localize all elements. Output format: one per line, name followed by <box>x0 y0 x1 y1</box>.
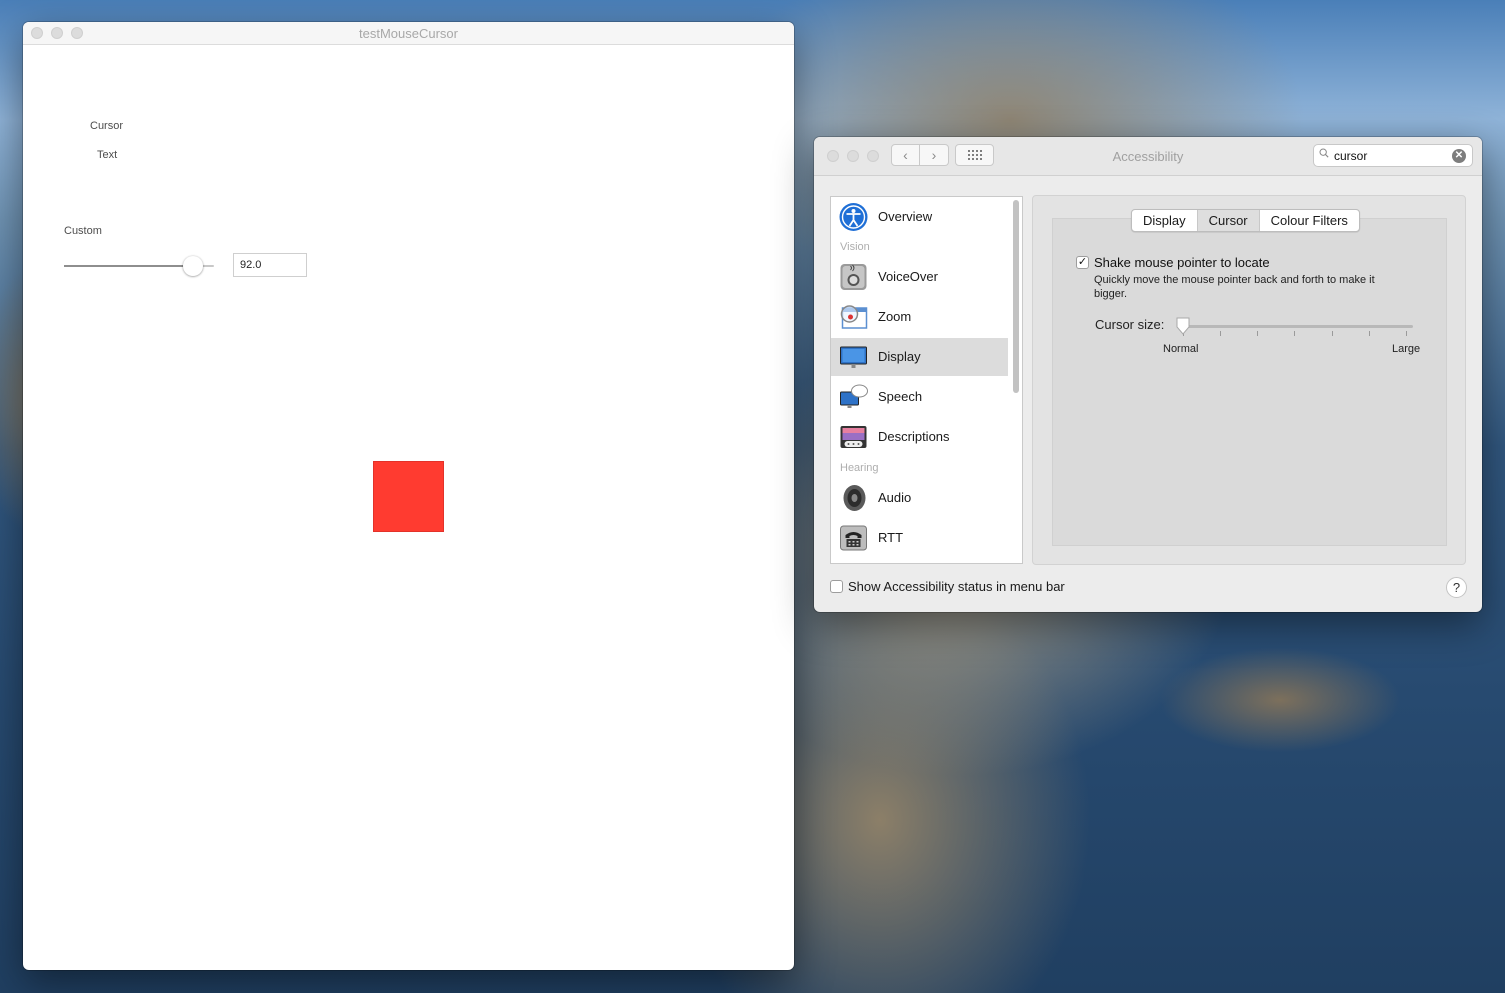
cursor-size-min-label: Normal <box>1163 343 1199 355</box>
slider-tick <box>1332 331 1333 336</box>
slider-tick <box>1369 331 1370 336</box>
custom-label: Custom <box>64 225 102 237</box>
sidebar-section-hearing: Hearing <box>840 462 879 474</box>
sidebar-scrollbar[interactable] <box>1013 200 1019 393</box>
slider-tick <box>1406 331 1407 336</box>
sidebar-item-zoom[interactable]: Zoom <box>831 298 1008 336</box>
red-square[interactable] <box>373 461 444 532</box>
custom-value-field[interactable]: 92.0 <box>233 253 307 277</box>
voiceover-icon <box>840 264 867 290</box>
tab-cursor[interactable]: Cursor <box>1197 210 1260 231</box>
cursor-size-slider[interactable] <box>1183 325 1413 328</box>
zoom-icon <box>840 305 868 329</box>
sidebar-item-speech[interactable]: Speech <box>831 378 1008 416</box>
sidebar-item-label: Display <box>878 349 921 364</box>
rtt-icon <box>840 525 867 551</box>
shake-pointer-label[interactable]: Shake mouse pointer to locate <box>1094 255 1270 270</box>
search-icon <box>1319 148 1329 158</box>
sidebar-item-label: VoiceOver <box>878 269 938 284</box>
cursor-size-max-label: Large <box>1392 343 1421 355</box>
checkmark-icon: ✓ <box>1077 256 1088 268</box>
cursor-label[interactable]: Cursor <box>90 120 123 132</box>
sidebar-item-voiceover[interactable]: VoiceOver <box>831 258 1008 296</box>
show-status-menu-bar-label[interactable]: Show Accessibility status in menu bar <box>848 579 1065 594</box>
speech-icon <box>840 384 868 408</box>
sidebar-item-label: Descriptions <box>878 429 950 444</box>
sidebar-item-descriptions[interactable]: Descriptions <box>831 418 1008 456</box>
slider-tick <box>1257 331 1258 336</box>
sidebar-item-label: Speech <box>878 389 923 404</box>
search-input[interactable]: cursor <box>1334 149 1367 163</box>
help-button[interactable]: ? <box>1446 577 1467 598</box>
window-title: testMouseCursor <box>359 26 458 41</box>
sidebar-item-label: Zoom <box>878 309 912 324</box>
slider-tick <box>1220 331 1221 336</box>
custom-slider-fill <box>64 265 193 267</box>
clear-search-icon[interactable]: ✕ <box>1452 149 1466 163</box>
slider-tick <box>1294 331 1295 336</box>
sidebar-item-label: Audio <box>878 490 912 505</box>
settings-pane: ✓ Shake mouse pointer to locate Quickly … <box>1032 195 1466 565</box>
accessibility-preferences-window: ‹ › Accessibility cursor ✕ Overview Visi… <box>814 137 1482 612</box>
search-field[interactable]: cursor ✕ <box>1313 144 1473 167</box>
custom-slider-knob[interactable] <box>183 256 203 276</box>
custom-slider[interactable] <box>64 256 214 276</box>
sidebar-item-label: Overview <box>878 209 933 224</box>
sidebar-item-label: RTT <box>878 530 904 545</box>
cursor-size-label: Cursor size: <box>1095 317 1165 332</box>
test-mouse-cursor-window: testMouseCursor Cursor Text Custom 92.0 <box>23 22 794 970</box>
sidebar-item-audio[interactable]: Audio <box>831 479 1008 517</box>
shake-pointer-description: Quickly move the mouse pointer back and … <box>1094 274 1375 300</box>
sidebar[interactable]: Overview Vision VoiceOver Zoom Display S… <box>830 196 1023 564</box>
accessibility-icon <box>839 203 868 231</box>
show-status-menu-bar-checkbox[interactable] <box>830 580 843 593</box>
cursor-tab-content: ✓ Shake mouse pointer to locate Quickly … <box>1052 218 1447 546</box>
sidebar-item-rtt[interactable]: RTT <box>831 519 1008 557</box>
cursor-size-slider-knob[interactable] <box>1176 317 1190 335</box>
shake-pointer-checkbox[interactable]: ✓ <box>1076 256 1089 269</box>
tab-display[interactable]: Display <box>1132 210 1198 231</box>
descriptions-icon <box>840 426 867 448</box>
title-bar: ‹ › Accessibility cursor ✕ <box>814 137 1482 176</box>
tab-colour-filters[interactable]: Colour Filters <box>1260 210 1359 231</box>
title-bar: testMouseCursor <box>23 22 794 45</box>
text-label[interactable]: Text <box>97 149 117 161</box>
tab-bar: Display Cursor Colour Filters <box>1131 209 1360 232</box>
sidebar-section-vision: Vision <box>840 241 870 253</box>
sidebar-item-display[interactable]: Display <box>831 338 1008 376</box>
display-icon <box>840 346 867 368</box>
sidebar-item-overview[interactable]: Overview <box>831 198 1008 236</box>
speaker-icon <box>843 485 866 511</box>
